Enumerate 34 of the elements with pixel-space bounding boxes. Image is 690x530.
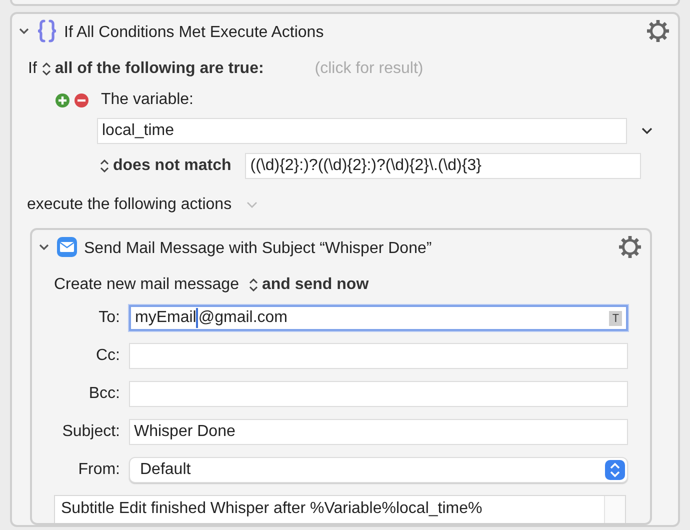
subject-field[interactable]: Whisper Done: [129, 419, 628, 445]
field-label: Cc:: [95, 347, 120, 365]
token-button[interactable]: T: [609, 310, 622, 326]
stepper-icon: [248, 278, 258, 292]
address-field[interactable]: myEmail@gmail.com T: [129, 305, 628, 331]
action-title: If All Conditions Met Execute Actions: [64, 24, 325, 42]
dropdown-caret-icon[interactable]: [641, 127, 653, 135]
condition-label: The variable:: [101, 91, 194, 109]
pattern-field[interactable]: ((\d){2}:)?((\d){2}:)?(\d){2}\.(\d){3}: [245, 153, 642, 179]
add-icon[interactable]: [55, 92, 70, 108]
scrollbar[interactable]: [604, 496, 625, 523]
braces-icon: [36, 18, 58, 42]
execute-label: execute the following actions: [27, 196, 232, 214]
send-option-popup[interactable]: and send now: [248, 276, 369, 294]
address-field[interactable]: [129, 343, 628, 369]
address-field[interactable]: [129, 381, 628, 407]
variable-field[interactable]: local_time: [97, 118, 627, 144]
from-popup[interactable]: Default: [129, 457, 628, 483]
mode-label: Create new mail message: [54, 276, 239, 294]
stepper-icon: [100, 159, 109, 173]
popup-arrows-icon[interactable]: [605, 460, 625, 480]
operator-popup[interactable]: does not match: [100, 157, 232, 175]
field-label: From:: [77, 461, 120, 479]
if-label: If: [28, 60, 37, 78]
field-label: Bcc:: [88, 385, 120, 403]
field-label: To:: [98, 309, 120, 327]
field-label: Subject:: [61, 423, 120, 441]
gear-icon[interactable]: [646, 18, 670, 42]
mail-icon: [56, 236, 78, 258]
stepper-icon: [42, 62, 51, 76]
match-mode-popup[interactable]: all of the following are true:: [42, 60, 264, 78]
gear-icon[interactable]: [618, 234, 642, 258]
remove-icon[interactable]: [74, 92, 89, 108]
action-title: Send Mail Message with Subject “Whisper Done”: [84, 240, 433, 258]
